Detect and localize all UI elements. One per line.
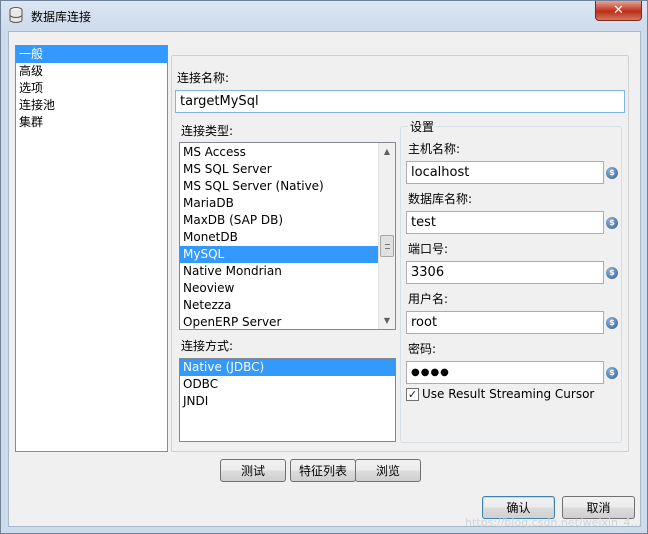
conn-type-item[interactable]: Neoview bbox=[180, 280, 378, 297]
streaming-label[interactable]: Use Result Streaming Cursor bbox=[422, 387, 594, 401]
feature-list-button[interactable]: 特征列表 bbox=[290, 459, 356, 482]
category-list[interactable]: 一般 高级 选项 连接池 集群 bbox=[15, 45, 168, 452]
conn-type-item[interactable]: Native Mondrian bbox=[180, 263, 378, 280]
streaming-checkbox[interactable]: ✓ bbox=[406, 388, 419, 401]
conn-type-item[interactable]: MonetDB bbox=[180, 229, 378, 246]
close-icon: ✕ bbox=[613, 3, 624, 18]
access-label: 连接方式: bbox=[181, 339, 234, 353]
nav-item[interactable]: 选项 bbox=[16, 80, 167, 97]
user-label: 用户名: bbox=[408, 292, 449, 306]
test-button[interactable]: 测试 bbox=[220, 459, 286, 482]
access-method-item[interactable]: ODBC bbox=[180, 376, 395, 393]
conn-type-label: 连接类型: bbox=[181, 124, 234, 138]
nav-item[interactable]: 集群 bbox=[16, 114, 167, 131]
check-icon: ✓ bbox=[407, 388, 418, 401]
scroll-thumb[interactable] bbox=[380, 235, 394, 257]
conn-type-item[interactable]: MS Access bbox=[180, 144, 378, 161]
scroll-up-icon[interactable]: ▲ bbox=[379, 143, 395, 160]
conn-type-item[interactable]: MS SQL Server (Native) bbox=[180, 178, 378, 195]
window-title: 数据库连接 bbox=[31, 10, 92, 24]
conn-type-scrollbar[interactable]: ▲ ▼ bbox=[378, 143, 395, 329]
variable-icon[interactable]: $ bbox=[606, 367, 618, 379]
database-icon bbox=[9, 7, 23, 23]
db-label: 数据库名称: bbox=[408, 192, 473, 206]
scroll-down-icon[interactable]: ▼ bbox=[379, 312, 395, 329]
nav-item[interactable]: 连接池 bbox=[16, 97, 167, 114]
port-input[interactable]: 3306 bbox=[406, 261, 604, 284]
access-method-item[interactable]: Native (JDBC) bbox=[180, 359, 395, 376]
variable-icon[interactable]: $ bbox=[606, 267, 618, 279]
dialog-client: 一般 高级 选项 连接池 集群 连接名称: targetMySql 连接类型: MS A… bbox=[8, 31, 641, 527]
dialog-window: 数据库连接 ✕ 一般 高级 选项 连接池 集群 连接名称: targetMySql 连接… bbox=[0, 0, 648, 534]
nav-item[interactable]: 高级 bbox=[16, 63, 167, 80]
host-label: 主机名称: bbox=[408, 142, 461, 156]
password-label: 密码: bbox=[408, 342, 437, 356]
access-method-item[interactable]: JNDI bbox=[180, 393, 395, 410]
conn-type-item[interactable]: MaxDB (SAP DB) bbox=[180, 212, 378, 229]
close-button[interactable]: ✕ bbox=[595, 1, 642, 21]
nav-item[interactable]: 一般 bbox=[16, 46, 167, 63]
user-input[interactable]: root bbox=[406, 311, 604, 334]
conn-name-input[interactable]: targetMySql bbox=[175, 90, 625, 113]
conn-type-item[interactable]: OpenERP Server bbox=[180, 314, 378, 329]
settings-legend: 设置 bbox=[408, 118, 437, 135]
browse-button[interactable]: 浏览 bbox=[355, 459, 421, 482]
conn-type-list[interactable]: MS Access MS SQL Server MS SQL Server (Nat… bbox=[179, 142, 396, 330]
access-method-list[interactable]: Native (JDBC) ODBC JNDI bbox=[179, 358, 396, 442]
conn-name-label: 连接名称: bbox=[177, 71, 230, 85]
grip-icon bbox=[385, 244, 390, 249]
conn-type-item[interactable]: Netezza bbox=[180, 297, 378, 314]
variable-icon[interactable]: $ bbox=[606, 217, 618, 229]
conn-type-item[interactable]: MySQL bbox=[180, 246, 378, 263]
password-input[interactable]: ●●●● bbox=[406, 361, 604, 384]
host-input[interactable]: localhost bbox=[406, 161, 604, 184]
variable-icon[interactable]: $ bbox=[606, 167, 618, 179]
variable-icon[interactable]: $ bbox=[606, 317, 618, 329]
watermark: https://blog.csdn.net/weixin_4... bbox=[464, 516, 641, 529]
title-bar[interactable]: 数据库连接 ✕ bbox=[1, 1, 647, 31]
db-input[interactable]: test bbox=[406, 211, 604, 234]
port-label: 端口号: bbox=[408, 242, 449, 256]
conn-type-item[interactable]: MS SQL Server bbox=[180, 161, 378, 178]
conn-type-item[interactable]: MariaDB bbox=[180, 195, 378, 212]
